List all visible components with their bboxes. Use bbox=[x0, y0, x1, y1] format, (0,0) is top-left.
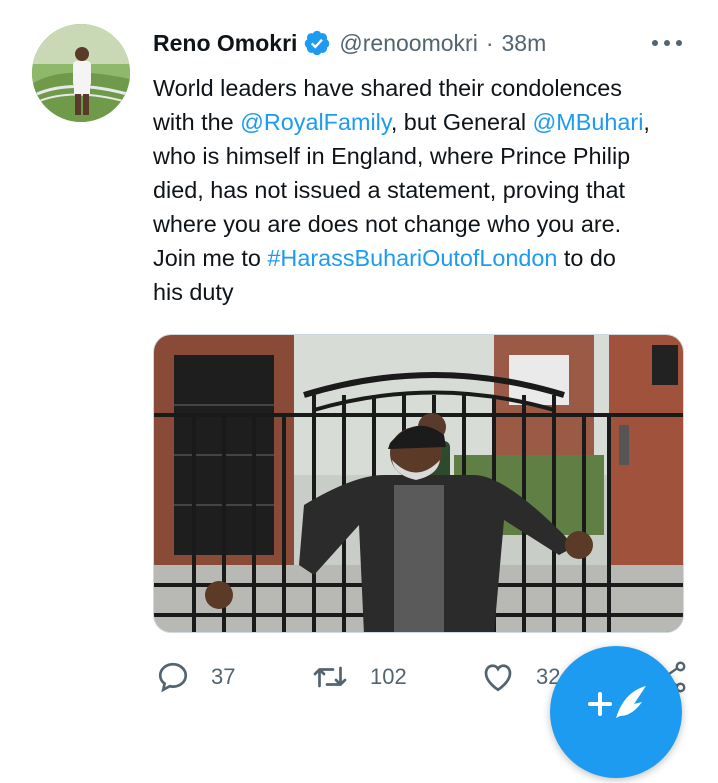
author-handle[interactable]: @renoomokri bbox=[339, 30, 477, 57]
tweet-text-segment: World leaders have shared their condolen… bbox=[153, 75, 622, 101]
verified-badge-icon bbox=[303, 29, 331, 57]
retweet-icon bbox=[313, 666, 347, 688]
mention-link[interactable]: @MBuhari bbox=[533, 109, 644, 135]
like-button[interactable]: 32 bbox=[480, 655, 560, 699]
tweet-text-line: his duty bbox=[153, 275, 693, 309]
reply-count: 37 bbox=[211, 664, 236, 689]
tweet-text-segment: , but General bbox=[390, 109, 533, 135]
tweet-text-line: where you are does not change who you ar… bbox=[153, 207, 693, 241]
tweet-text-segment: , bbox=[643, 109, 650, 135]
compose-tweet-button[interactable] bbox=[550, 646, 682, 778]
retweet-count: 102 bbox=[370, 664, 407, 689]
separator-dot: · bbox=[485, 29, 494, 56]
tweet-photo[interactable] bbox=[153, 334, 684, 633]
tweet-text-segment: Join me to bbox=[153, 245, 268, 271]
tweet-text-line: died, has not issued a statement, provin… bbox=[153, 173, 693, 207]
retweet-button[interactable]: 102 bbox=[310, 655, 407, 699]
reply-button[interactable]: 37 bbox=[155, 655, 235, 699]
tweet-text-segment: with the bbox=[153, 109, 241, 135]
tweet-text-segment: who is himself in England, where Prince … bbox=[153, 143, 631, 169]
author-avatar[interactable] bbox=[32, 24, 130, 122]
author-name[interactable]: Reno Omokri bbox=[153, 30, 297, 57]
tweet-text-line: Join me to #HarassBuhariOutofLondon to d… bbox=[153, 241, 693, 275]
more-options-icon[interactable] bbox=[648, 34, 688, 52]
reply-icon bbox=[158, 662, 188, 693]
tweet-text-line: who is himself in England, where Prince … bbox=[153, 139, 693, 173]
tweet-text-line: World leaders have shared their condolen… bbox=[153, 71, 693, 105]
tweet-text-segment: died, has not issued a statement, provin… bbox=[153, 177, 626, 203]
tweet-text-line: with the @RoyalFamily, but General @MBuh… bbox=[153, 105, 693, 139]
compose-tweet-icon bbox=[588, 686, 646, 718]
tweet-time[interactable]: 38m bbox=[502, 30, 547, 57]
tweet-header: Reno Omokri @renoomokri · 38m bbox=[153, 28, 546, 58]
tweet-text-segment: to do bbox=[557, 245, 616, 271]
hashtag-link[interactable]: #HarassBuhariOutofLondon bbox=[267, 245, 557, 271]
like-icon bbox=[484, 664, 512, 692]
tweet-text-segment: where you are does not change who you ar… bbox=[153, 211, 622, 237]
mention-link[interactable]: @RoyalFamily bbox=[240, 109, 391, 135]
tweet-text: World leaders have shared their condolen… bbox=[153, 71, 693, 309]
tweet-text-segment: his duty bbox=[153, 279, 234, 305]
